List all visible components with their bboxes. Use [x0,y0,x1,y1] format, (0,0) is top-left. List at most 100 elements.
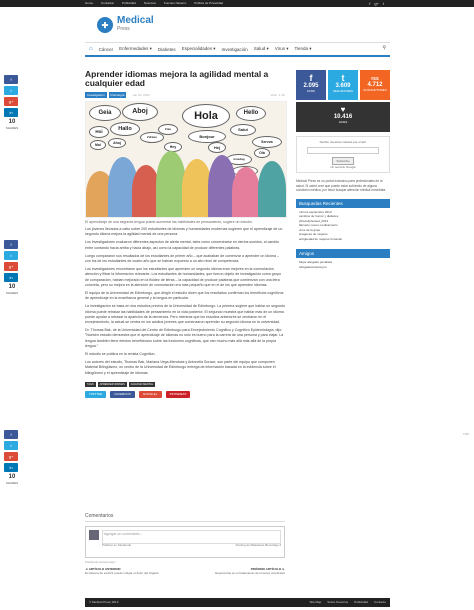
subscribe-button[interactable]: Subscribe [332,157,354,165]
search-icon[interactable]: ⚲ [382,45,386,51]
linkedin-share-icon[interactable]: in [4,463,18,472]
likes-counter[interactable]: ♥ 10.416 LIKES [296,102,390,132]
tag-link[interactable]: APRENDER IDIOMAS [97,381,127,387]
speech-bubble: Aboj [122,103,158,121]
top-link-sources[interactable]: Fuentes Navarro [164,0,186,7]
article-paragraph: Luego compararon sus resultados de los e… [85,253,279,264]
article-title: Aprender idiomas mejora la agilidad ment… [85,69,269,88]
facebook-icon[interactable]: f [369,0,370,7]
top-link-privacy[interactable]: Política de Privacidad [194,0,223,7]
nav-item-virus[interactable]: Virus ▾ [275,46,289,52]
speech-bubble: Servus [252,136,282,148]
email-field[interactable] [307,147,379,154]
google-plus-share-icon[interactable]: g+ [4,97,18,106]
twitter-share-icon[interactable]: t [4,441,18,450]
subscribe-widget: Recibe nuestras noticias por email: Subs… [296,136,390,173]
speech-bubble: Olá [254,148,270,158]
rss-counter[interactable]: rss 4.712 SUSCRIPTORES [360,70,390,100]
speech-bubble: Zdravo [140,132,164,143]
article-paragraph: El equipo de la Universidad de Edimburgo… [85,291,284,301]
article-meta: Investigación Psicología Jun 03, 2014 Vi… [85,92,285,98]
tags-label: TAGS [85,381,96,387]
floating-share: f t g+ in 10 SHARES [4,75,20,130]
pinterest-button[interactable]: PINTEREST [165,390,191,398]
comment-input[interactable]: Agregar un comentario... [102,530,281,544]
article-paragraph: La investigación se basa en dos estudios… [85,304,285,325]
google-plus-share-icon[interactable]: g+ [4,262,18,271]
nav-item-enfermedades[interactable]: Enfermedades ▾ [119,46,152,52]
tag-list: TAGS APRENDER IDIOMAS AGILIDAD MENTAL [85,381,285,387]
friend-link[interactable]: Abogadosrulenta.pro [299,265,387,270]
person-illustration [232,167,260,217]
avatar [89,530,99,540]
category-tag[interactable]: Investigación [85,92,107,98]
site-header: ✚ Medical Press [85,12,390,38]
category-tag[interactable]: Psicología [108,92,127,98]
footer-link-about[interactable]: Sobre Nosotros [327,598,348,607]
footer-link-contact[interactable]: Contacto [374,598,386,607]
next-article[interactable]: PRÓXIMO ARTÍCULO ► Esperanzas en el trata… [215,567,285,575]
linkedin-share-icon[interactable]: in [4,273,18,282]
speech-bubble: Moi [90,140,106,150]
speech-bubble: Hola [182,104,230,128]
recent-item[interactable]: antigüedad de mujeres fumando [299,237,387,242]
posting-as[interactable]: Posting as Madeleine Bevoridge ▾ [236,543,281,547]
footer-links: Site Map Sobre Nosotros Publicidad Conta… [309,598,386,607]
footer-link-ads[interactable]: Publicidad [354,598,368,607]
twitter-icon[interactable]: t [383,0,384,7]
speech-bubble: Bonjour [188,130,226,143]
article-paragraph: Dr. Thomas Bak, de la Universidad del Ce… [85,328,284,348]
friends-list: Mejor abogado penalista Abogadosrulenta.… [296,258,390,271]
recent-list: mirrors septiembre 2013 cambios de humor… [296,208,390,244]
google-plus-button[interactable]: GOOGLE+ [138,390,162,398]
nav-item-especialidades[interactable]: Especialidades ▾ [182,46,216,52]
counter-label: LIKES [338,120,348,124]
image-caption: El aprendizaje de una segunda lengua pue… [85,220,253,224]
facebook-share-icon[interactable]: f [4,75,18,84]
caduceus-icon: ✚ [97,17,113,33]
counter-label: FANS [307,89,315,93]
nav-item-tienda[interactable]: Tienda ▾ [294,46,311,52]
share-count: 10 [8,284,16,290]
facebook-button[interactable]: FACEBOOK [110,390,135,398]
top-link-contact[interactable]: Contactar [101,0,114,7]
share-count: 10 [8,474,16,480]
home-icon[interactable]: ⌂ [89,46,93,52]
article-paragraph: Los investigadores encontraron que los e… [85,267,281,287]
top-link-home[interactable]: Home [85,0,93,7]
nav-item-salud[interactable]: Salud ▾ [254,46,269,52]
counter-label: SEGUIDORES [332,89,353,93]
counter-label: SUSCRIPTORES [363,88,387,92]
twitter-share-icon[interactable]: t [4,251,18,260]
share-label: SHARES [5,481,19,485]
share-label: SHARES [5,126,19,130]
twitter-button[interactable]: TWITTER [85,390,107,398]
site-logo[interactable]: ✚ Medical Press [97,16,154,33]
nav-item-cancer[interactable]: Cáncer [99,47,114,52]
twitter-share-icon[interactable]: t [4,86,18,95]
tag-link[interactable]: AGILIDAD MENTAL [128,381,156,387]
back-to-top[interactable]: TOP [463,432,469,436]
article-date: Jun 03, 2014 [132,93,150,97]
heart-icon: ♥ [340,105,346,114]
top-link-ads[interactable]: Publicidad [122,0,136,7]
top-links: Home Contactar Publicidad Nosotros Fuent… [85,0,223,7]
facebook-share-icon[interactable]: f [4,240,18,249]
nav-item-investigacion[interactable]: Investigación [221,47,247,52]
prev-article[interactable]: ◄ ARTÍCULO ANTERIOR El sistema de escribi… [85,567,159,575]
top-link-about[interactable]: Nosotros [144,0,156,7]
article-paragraph: Los autores del estudio, Thomas Bak, Mar… [85,360,276,375]
top-social: f g+ t [369,0,384,7]
facebook-icon: f [309,73,313,83]
article-paragraph: Los jóvenes llevados a cabo sobre 200 es… [85,227,283,237]
facebook-share-icon[interactable]: f [4,430,18,439]
post-to-facebook-checkbox[interactable]: Publicar en Facebook [102,543,131,547]
google-plus-share-icon[interactable]: g+ [4,452,18,461]
facebook-counter[interactable]: f 2.095 FANS [296,70,326,100]
comments-section: Comentarios Agregar un comentario... Pub… [85,513,285,575]
footer-link-sitemap[interactable]: Site Map [309,598,321,607]
nav-item-diabetes[interactable]: Diabetes [158,47,176,52]
linkedin-share-icon[interactable]: in [4,108,18,117]
google-plus-icon[interactable]: g+ [374,0,379,7]
twitter-counter[interactable]: t 3.609 SEGUIDORES [328,70,358,100]
